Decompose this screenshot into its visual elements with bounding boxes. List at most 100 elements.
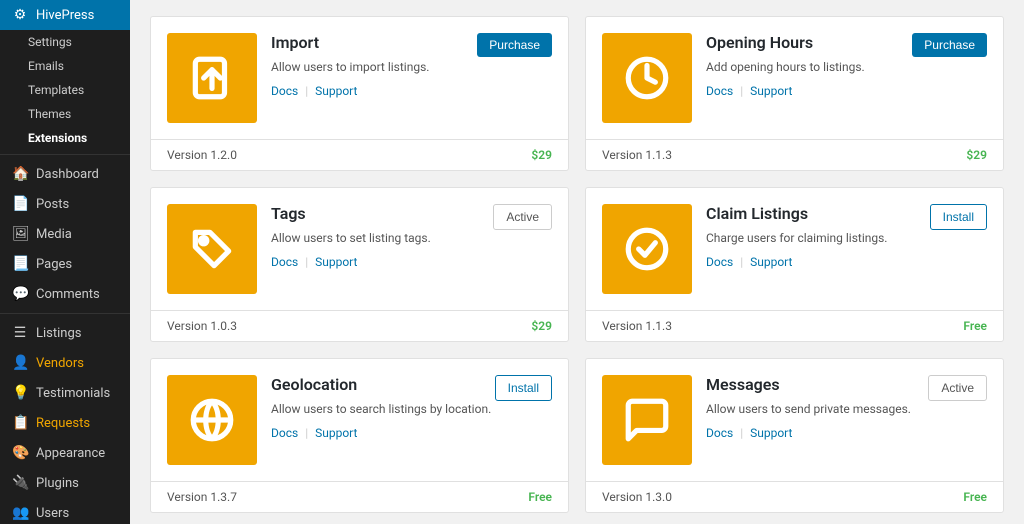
extension-btn-wrapper-opening-hours: Purchase	[912, 33, 987, 57]
plugins-icon: 🔌	[12, 475, 28, 491]
sidebar-item-appearance[interactable]: 🎨 Appearance	[0, 438, 130, 468]
extension-icon-messages	[602, 375, 692, 465]
sidebar-item-requests[interactable]: 📋 Requests	[0, 408, 130, 438]
extension-footer-opening-hours: Version 1.1.3 $29	[586, 139, 1003, 170]
sidebar-item-comments[interactable]: 💬 Comments	[0, 279, 130, 309]
extension-icon-tags	[167, 204, 257, 294]
sidebar-listings-label: Listings	[36, 326, 81, 341]
pages-icon: 📃	[12, 256, 28, 272]
sidebar-vendors-label: Vendors	[36, 356, 84, 371]
sidebar-sub-themes[interactable]: Themes	[0, 102, 130, 126]
sidebar-appearance-label: Appearance	[36, 446, 105, 461]
extension-btn-wrapper-geolocation: Install	[495, 375, 552, 401]
link-separator-import: |	[305, 84, 308, 98]
extension-links-messages: Docs | Support	[706, 426, 987, 440]
sidebar-item-users[interactable]: 👥 Users	[0, 498, 130, 524]
link-separator-messages: |	[740, 426, 743, 440]
extensions-grid: Import Allow users to import listings. D…	[150, 16, 1004, 513]
docs-link-tags[interactable]: Docs	[271, 255, 298, 269]
sidebar-item-plugins[interactable]: 🔌 Plugins	[0, 468, 130, 498]
appearance-icon: 🎨	[12, 445, 28, 461]
sidebar-hivepress-label: HivePress	[36, 8, 94, 23]
extension-version-messages: Version 1.3.0	[602, 490, 672, 504]
install-button-geolocation[interactable]: Install	[495, 375, 552, 401]
extension-card-opening-hours: Opening Hours Add opening hours to listi…	[585, 16, 1004, 171]
support-link-claim-listings[interactable]: Support	[750, 255, 792, 269]
extension-card-import: Import Allow users to import listings. D…	[150, 16, 569, 171]
sidebar-item-testimonials[interactable]: 💡 Testimonials	[0, 378, 130, 408]
install-button-claim-listings[interactable]: Install	[930, 204, 987, 230]
sidebar-sub-emails[interactable]: Emails	[0, 54, 130, 78]
sidebar: ⚙ HivePress Settings Emails Templates Th…	[0, 0, 130, 524]
sidebar-sub-templates[interactable]: Templates	[0, 78, 130, 102]
docs-link-opening-hours[interactable]: Docs	[706, 84, 733, 98]
docs-link-messages[interactable]: Docs	[706, 426, 733, 440]
extension-version-opening-hours: Version 1.1.3	[602, 148, 672, 162]
sidebar-item-listings[interactable]: ☰ Listings	[0, 318, 130, 348]
sidebar-item-pages[interactable]: 📃 Pages	[0, 249, 130, 279]
extension-icon-opening-hours	[602, 33, 692, 123]
extension-btn-wrapper-import: Purchase	[477, 33, 552, 57]
testimonials-icon: 💡	[12, 385, 28, 401]
extension-links-opening-hours: Docs | Support	[706, 84, 987, 98]
link-separator-tags: |	[305, 255, 308, 269]
extensions-main: Import Allow users to import listings. D…	[130, 0, 1024, 524]
extension-price-tags: $29	[531, 319, 552, 333]
extension-version-import: Version 1.2.0	[167, 148, 237, 162]
support-link-import[interactable]: Support	[315, 84, 357, 98]
extension-footer-claim-listings: Version 1.1.3 Free	[586, 310, 1003, 341]
extension-icon-claim-listings	[602, 204, 692, 294]
extension-icon-import	[167, 33, 257, 123]
support-link-messages[interactable]: Support	[750, 426, 792, 440]
extension-desc-import: Allow users to import listings.	[271, 58, 552, 76]
extension-links-claim-listings: Docs | Support	[706, 255, 987, 269]
sidebar-item-hivepress[interactable]: ⚙ HivePress	[0, 0, 130, 30]
sidebar-item-posts[interactable]: 📄 Posts	[0, 189, 130, 219]
extension-btn-wrapper-messages: Active	[928, 375, 987, 401]
extension-version-geolocation: Version 1.3.7	[167, 490, 237, 504]
purchase-button-import[interactable]: Purchase	[477, 33, 552, 57]
sidebar-users-label: Users	[36, 506, 69, 521]
media-icon: 🖼	[12, 226, 28, 242]
docs-link-claim-listings[interactable]: Docs	[706, 255, 733, 269]
extension-links-import: Docs | Support	[271, 84, 552, 98]
extension-links-tags: Docs | Support	[271, 255, 552, 269]
comments-icon: 💬	[12, 286, 28, 302]
support-link-geolocation[interactable]: Support	[315, 426, 357, 440]
sidebar-sub-extensions[interactable]: Extensions	[0, 126, 130, 150]
extension-price-geolocation: Free	[528, 490, 552, 504]
sidebar-item-media[interactable]: 🖼 Media	[0, 219, 130, 249]
extension-footer-import: Version 1.2.0 $29	[151, 139, 568, 170]
hivepress-icon: ⚙	[12, 7, 28, 23]
sidebar-sub-settings[interactable]: Settings	[0, 30, 130, 54]
sidebar-posts-label: Posts	[36, 197, 69, 212]
extension-desc-tags: Allow users to set listing tags.	[271, 229, 552, 247]
extension-links-geolocation: Docs | Support	[271, 426, 552, 440]
extension-desc-claim-listings: Charge users for claiming listings.	[706, 229, 987, 247]
extension-btn-wrapper-tags: Active	[493, 204, 552, 230]
extension-desc-opening-hours: Add opening hours to listings.	[706, 58, 987, 76]
docs-link-geolocation[interactable]: Docs	[271, 426, 298, 440]
extension-desc-geolocation: Allow users to search listings by locati…	[271, 400, 552, 418]
support-link-opening-hours[interactable]: Support	[750, 84, 792, 98]
extension-card-messages: Messages Allow users to send private mes…	[585, 358, 1004, 513]
link-separator-opening-hours: |	[740, 84, 743, 98]
sidebar-requests-label: Requests	[36, 416, 90, 431]
extension-footer-messages: Version 1.3.0 Free	[586, 481, 1003, 512]
extension-price-opening-hours: $29	[966, 148, 987, 162]
sidebar-comments-label: Comments	[36, 287, 100, 302]
users-icon: 👥	[12, 505, 28, 521]
sidebar-item-vendors[interactable]: 👤 Vendors	[0, 348, 130, 378]
support-link-tags[interactable]: Support	[315, 255, 357, 269]
sidebar-testimonials-label: Testimonials	[36, 386, 110, 401]
extension-footer-geolocation: Version 1.3.7 Free	[151, 481, 568, 512]
purchase-button-opening-hours[interactable]: Purchase	[912, 33, 987, 57]
docs-link-import[interactable]: Docs	[271, 84, 298, 98]
extension-footer-tags: Version 1.0.3 $29	[151, 310, 568, 341]
sidebar-item-dashboard[interactable]: 🏠 Dashboard	[0, 159, 130, 189]
listings-icon: ☰	[12, 325, 28, 341]
extension-version-tags: Version 1.0.3	[167, 319, 237, 333]
requests-icon: 📋	[12, 415, 28, 431]
sidebar-dashboard-label: Dashboard	[36, 167, 99, 182]
extension-version-claim-listings: Version 1.1.3	[602, 319, 672, 333]
